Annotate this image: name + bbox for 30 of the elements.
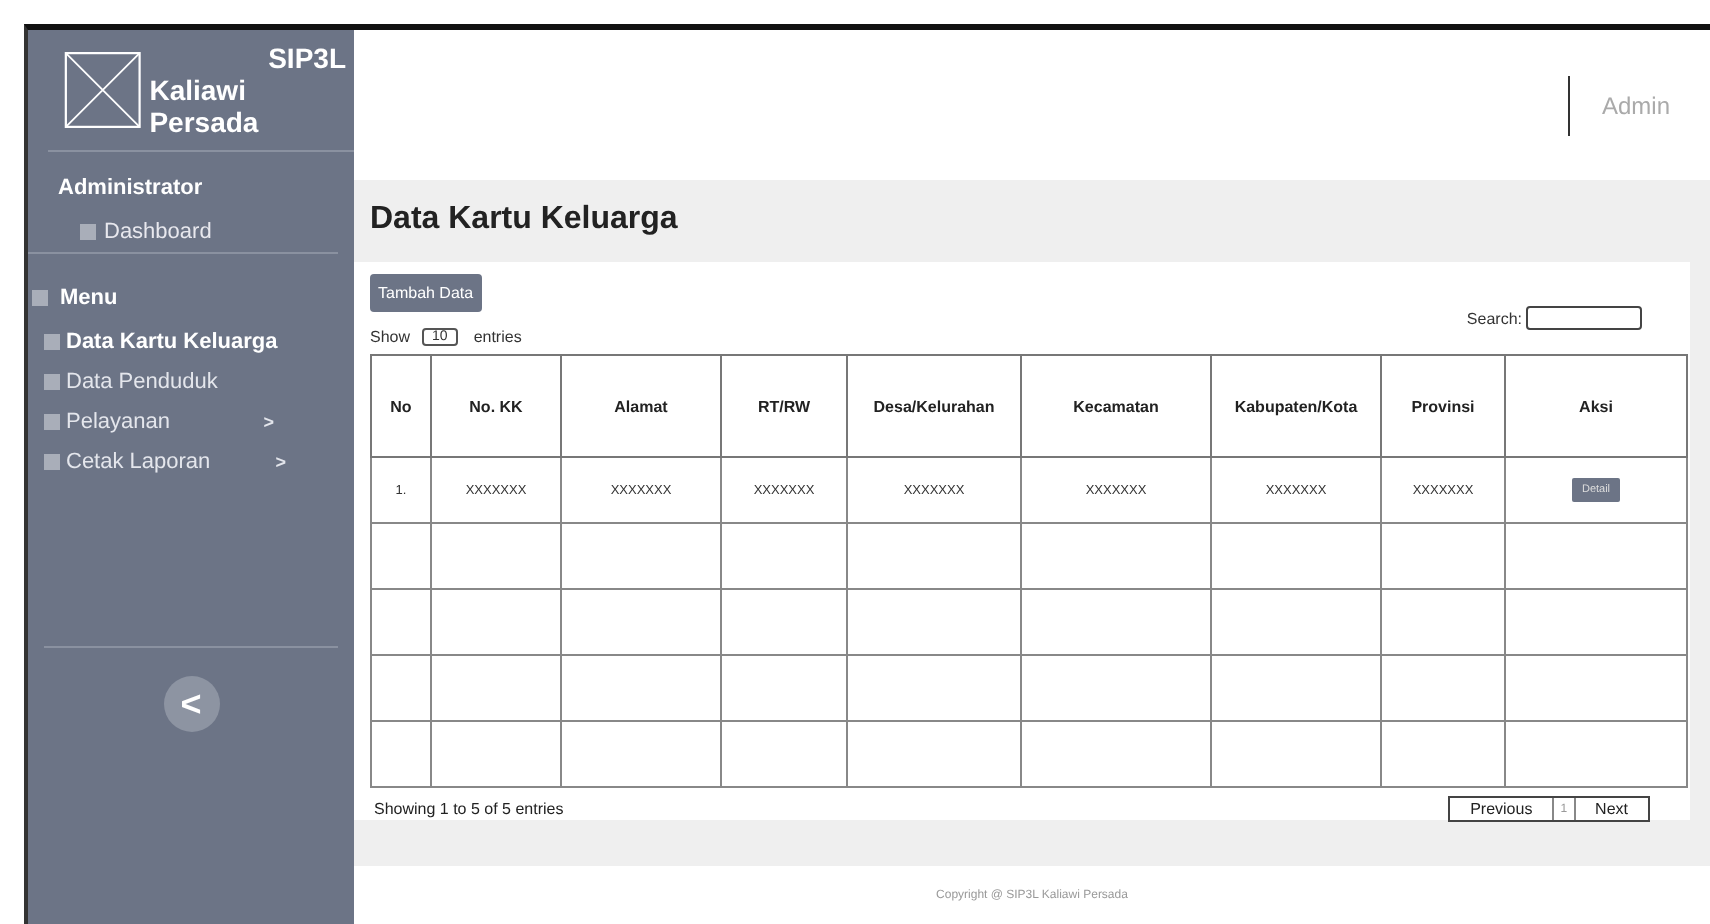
menu-heading: Menu (60, 286, 118, 310)
show-label: Show (370, 328, 411, 346)
sidebar-item[interactable]: Cetak Laporan > (28, 442, 354, 482)
role-label: Administrator (56, 174, 205, 204)
sidebar-item[interactable]: Pelayanan > (28, 402, 354, 442)
column-header: Desa/Kelurahan (847, 355, 1021, 457)
entries-label: entries (473, 328, 522, 346)
user-name: Admin (1601, 91, 1670, 119)
add-data-button[interactable]: Tambah Data (370, 274, 482, 312)
app-title: SIP3L (268, 42, 346, 74)
column-header: RT/RW (721, 355, 847, 457)
column-header: Provinsi (1381, 355, 1505, 457)
search-field[interactable] (1526, 306, 1642, 330)
page-title: Data Kartu Keluarga (368, 200, 680, 240)
sidebar-item[interactable]: Data Kartu Keluarga (28, 322, 354, 362)
column-header: Aksi (1505, 355, 1687, 457)
sidebar-item[interactable]: Data Penduduk (28, 362, 354, 402)
dashboard-link[interactable]: Dashboard (104, 220, 212, 244)
app-subtitle: Kaliawi Persada (149, 74, 261, 138)
table-info: Showing 1 to 5 of 5 entries (374, 800, 564, 818)
collapse-button[interactable]: < (163, 676, 219, 732)
search-label: Search: (1466, 309, 1522, 327)
column-header: Alamat (561, 355, 721, 457)
logo-placeholder-icon (64, 48, 142, 132)
column-header: No (371, 355, 431, 457)
column-header: Kecamatan (1021, 355, 1211, 457)
column-header: No. KK (431, 355, 561, 457)
column-header: Kabupaten/Kota (1211, 355, 1381, 457)
square-icon (80, 224, 96, 240)
square-icon (32, 290, 48, 306)
